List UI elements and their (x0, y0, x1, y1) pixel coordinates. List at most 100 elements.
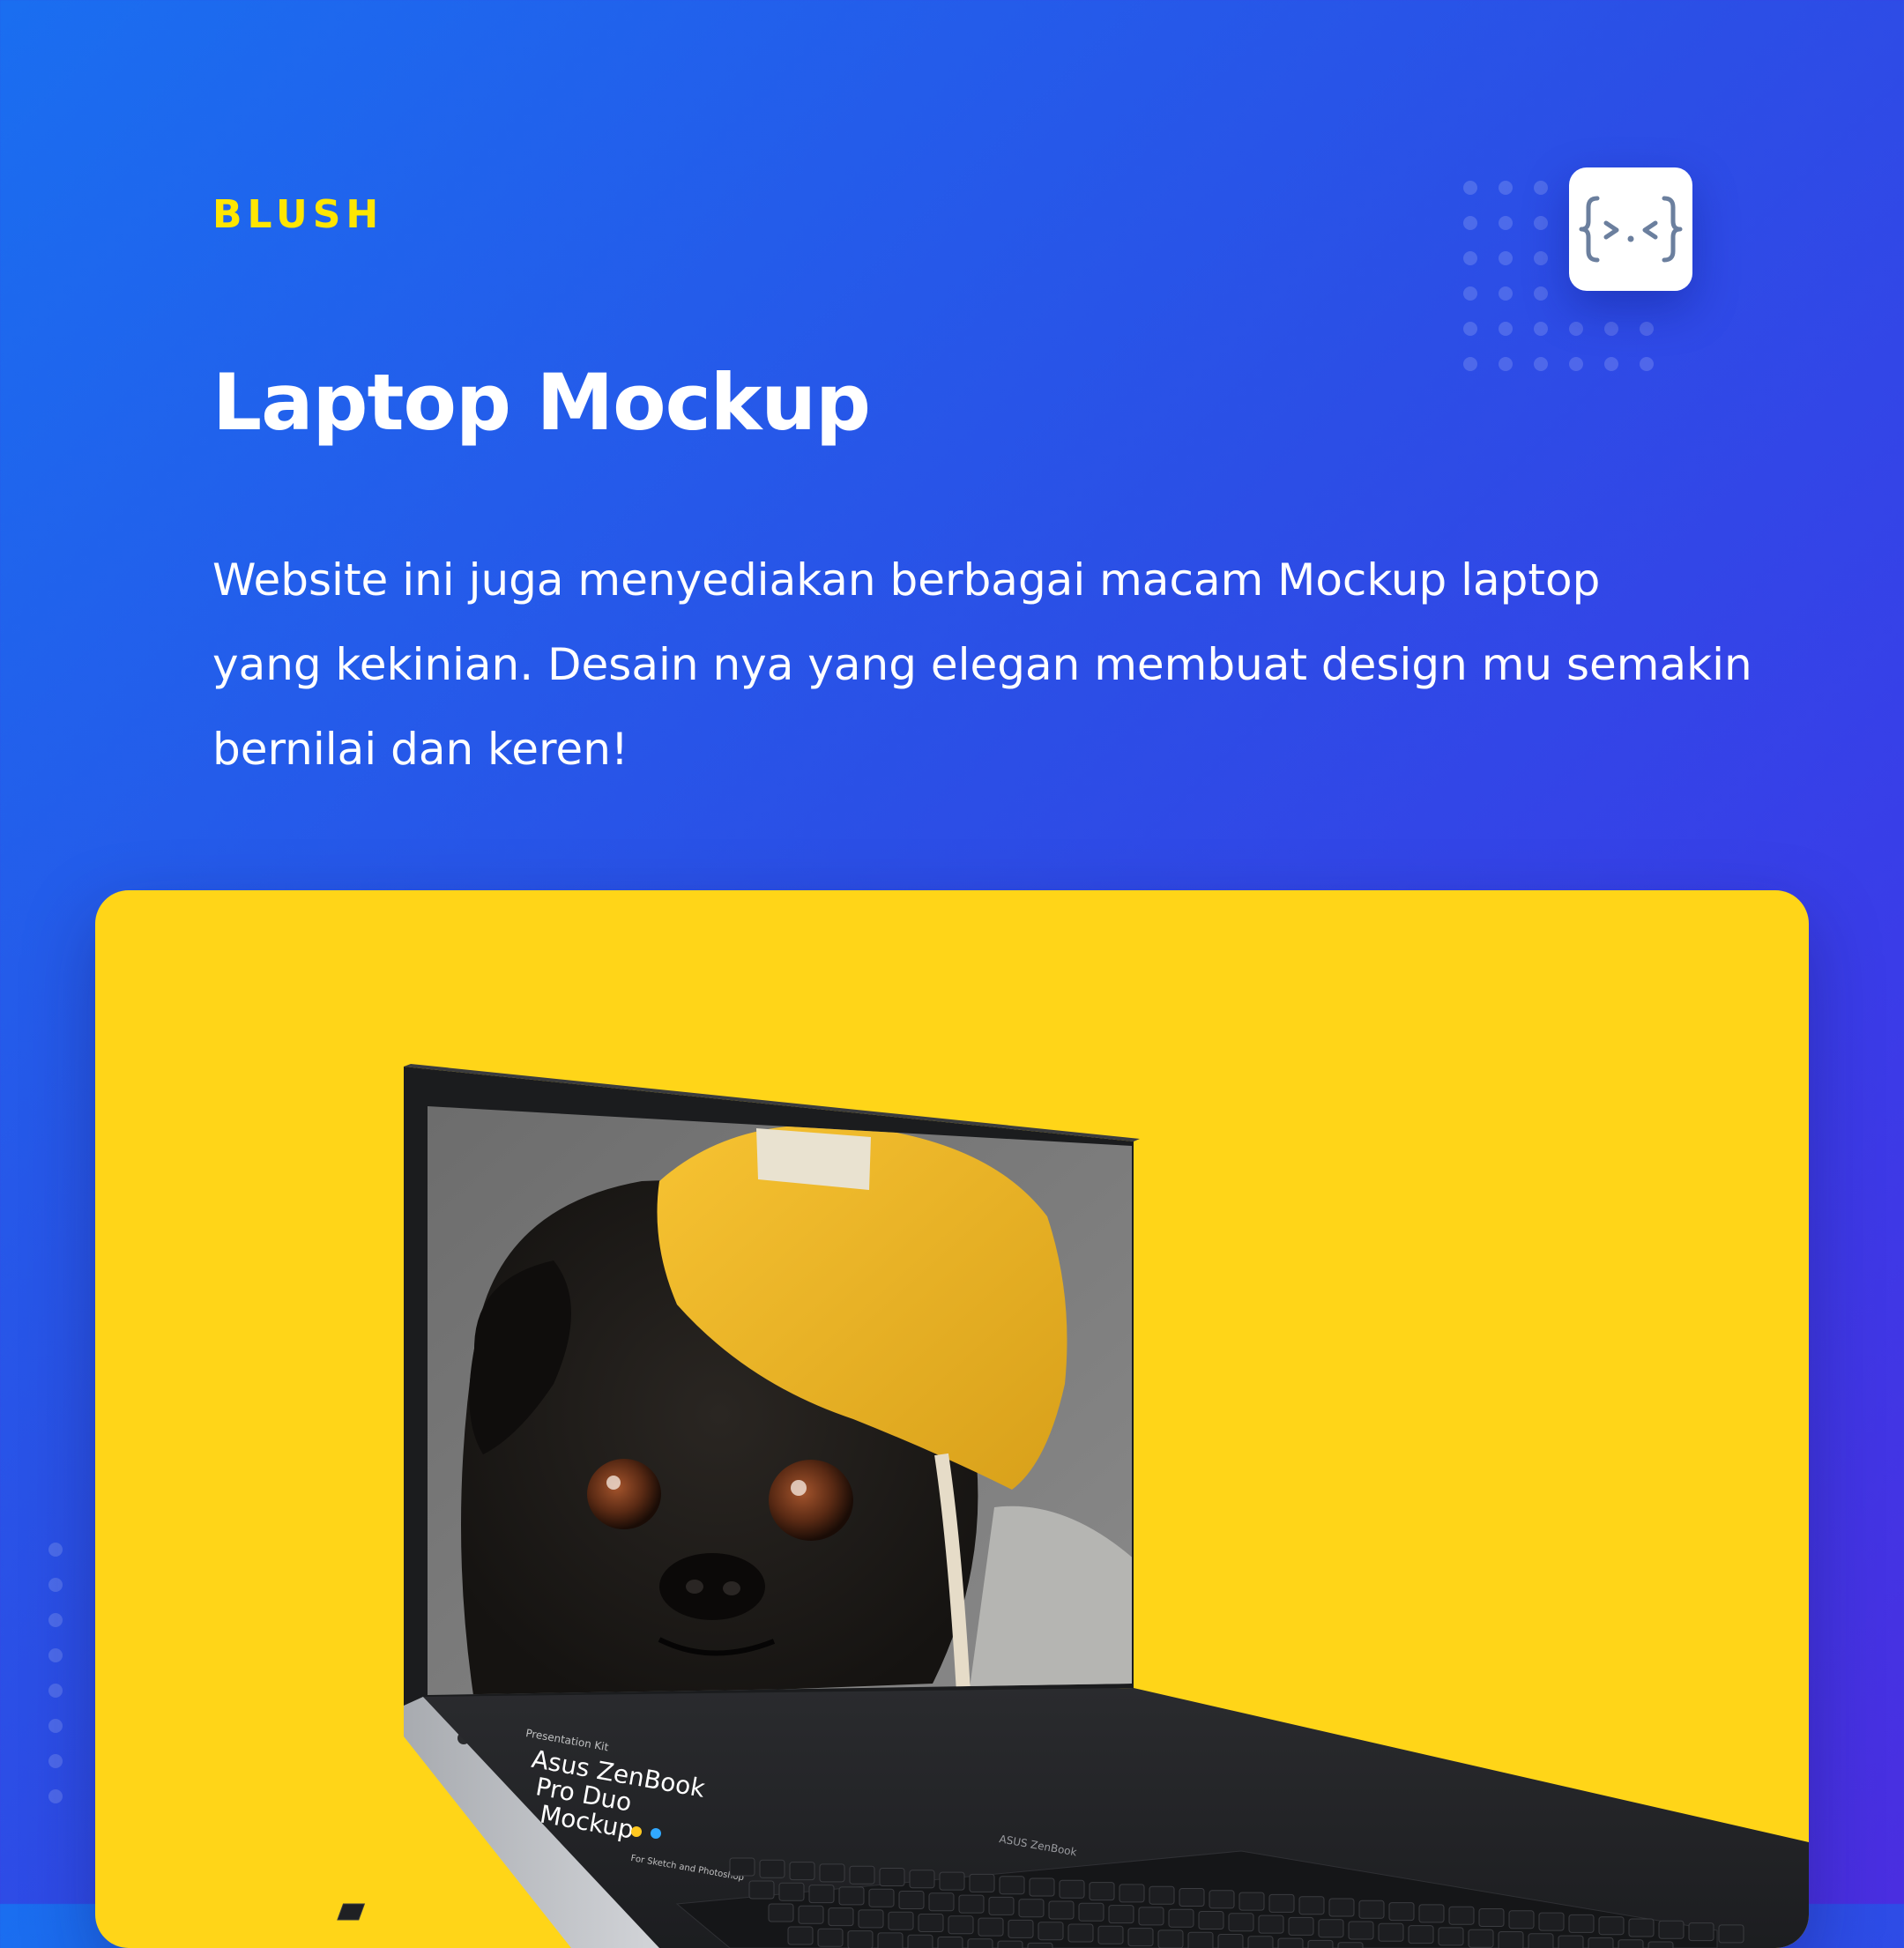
keyboard-key (848, 1931, 873, 1948)
keyboard-key (839, 1887, 864, 1905)
keyboard-key (970, 1874, 994, 1892)
dot (1534, 216, 1548, 230)
keyboard-key (1068, 1924, 1093, 1942)
keyboard-key (1119, 1885, 1144, 1902)
keyboard-key (1030, 1878, 1054, 1896)
dot (1463, 322, 1477, 336)
dot (1534, 357, 1548, 371)
brand-label: BLUSH (212, 192, 383, 237)
dot (48, 1754, 63, 1768)
keyboard-key (1289, 1917, 1313, 1935)
keyboard-key (1218, 1935, 1243, 1948)
keyboard-key (1599, 1917, 1624, 1935)
keyboard-key (1028, 1943, 1052, 1948)
keyboard-key (1199, 1912, 1223, 1929)
keyboard-key (779, 1883, 804, 1900)
dot (1499, 216, 1513, 230)
description-line: yang kekinian. Desain nya yang elegan me… (212, 622, 1658, 707)
keyboard-key (1618, 1940, 1643, 1948)
description-line: Website ini juga menyediakan berbagai ma… (212, 538, 1658, 622)
keyboard-key (1229, 1914, 1253, 1931)
logo-tile (1569, 167, 1692, 291)
dot (1569, 322, 1583, 336)
dot (48, 1613, 63, 1627)
keyboard-key (978, 1918, 1003, 1936)
keyboard-key (1239, 1892, 1264, 1910)
keyboard-key (1038, 1922, 1063, 1940)
keyboard-key (809, 1885, 834, 1903)
keyboard-key (1499, 1932, 1523, 1948)
dot (1604, 357, 1618, 371)
keyboard-key (1090, 1883, 1114, 1900)
description-line: bernilai dan keren! (212, 707, 1658, 792)
dot (1499, 286, 1513, 301)
keyboard-key (1389, 1903, 1414, 1921)
keyboard-key (1248, 1937, 1273, 1948)
dot (1463, 286, 1477, 301)
keyboard-key (1479, 1909, 1504, 1927)
keyboard-key (1188, 1932, 1213, 1948)
keyboard-key (1060, 1880, 1084, 1898)
keyboard-key (818, 1929, 843, 1946)
keyboard-key (1308, 1940, 1333, 1948)
keyboard-key (790, 1862, 814, 1880)
keyboard-key (1409, 1926, 1433, 1944)
keyboard-key (760, 1860, 785, 1877)
keyboard-key (1539, 1913, 1564, 1930)
keyboard-key (1019, 1900, 1044, 1917)
mockup-card: Presentation Kit Asus ZenBook Pro Duo Mo… (95, 890, 1809, 1948)
keyboard-key (1329, 1899, 1354, 1916)
keyboard-key (1299, 1897, 1324, 1915)
dot (1499, 357, 1513, 371)
keyboard-key (1689, 1923, 1714, 1941)
keyboard-key (1469, 1929, 1493, 1947)
keyboard-key (1000, 1877, 1024, 1894)
dot (1640, 357, 1654, 371)
keyboard-key (1359, 1900, 1384, 1918)
keyboard-key (799, 1906, 823, 1923)
keyboard-key (1528, 1934, 1553, 1948)
keyboard-key (968, 1939, 993, 1948)
keyboard-key (910, 1870, 934, 1888)
dot (48, 1719, 63, 1733)
dot (48, 1684, 63, 1698)
keyboard-key (1169, 1909, 1194, 1927)
keyboard-key (1149, 1886, 1174, 1904)
keyboard-key (998, 1941, 1023, 1948)
keyboard-key (1379, 1923, 1403, 1941)
keyboard-key (1338, 1943, 1363, 1948)
keyboard-key (908, 1935, 933, 1948)
dot (1463, 357, 1477, 371)
keyboard-key (1419, 1905, 1444, 1922)
keyboard-key (1139, 1907, 1164, 1925)
dot (1569, 357, 1583, 371)
dot (1463, 251, 1477, 265)
dot (1463, 216, 1477, 230)
keyboard-key (1509, 1911, 1534, 1929)
keyboard-key (1278, 1938, 1303, 1948)
code-face-icon (1578, 190, 1684, 269)
keyboard-key (788, 1927, 813, 1944)
keyboard-key (1049, 1901, 1074, 1919)
keyboard-key (1449, 1907, 1474, 1924)
keyboard-key (1158, 1930, 1183, 1948)
dot (48, 1578, 63, 1592)
laptop-mockup: Presentation Kit Asus ZenBook Pro Duo Mo… (95, 890, 1809, 1948)
dot (1534, 181, 1548, 195)
keyboard-key (929, 1893, 954, 1911)
screen-image (413, 1093, 1144, 1710)
keyboard-key (1269, 1894, 1294, 1912)
keyboard-key (1439, 1928, 1463, 1945)
keyboard-key (1008, 1920, 1033, 1937)
keyboard-key (730, 1858, 755, 1876)
keyboard-key (820, 1864, 844, 1882)
keyboard-key (940, 1872, 964, 1890)
keyboard-key (850, 1866, 874, 1884)
keyboard-key (869, 1889, 894, 1907)
keyboard-key (1648, 1942, 1673, 1948)
keyboard-key (880, 1869, 904, 1886)
keyboard-key (1558, 1936, 1583, 1948)
dot (48, 1648, 63, 1662)
keyboard-key (989, 1897, 1014, 1915)
description: Website ini juga menyediakan berbagai ma… (212, 538, 1658, 792)
